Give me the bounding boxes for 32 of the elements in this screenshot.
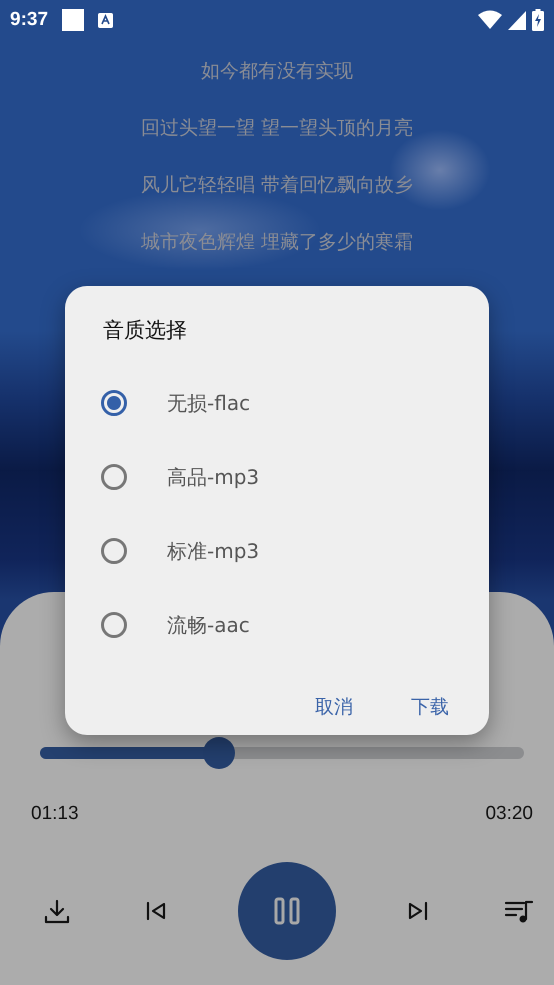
signal-icon: [508, 10, 526, 30]
option-label: 高品-mp3: [167, 464, 260, 490]
lyric-line: 城市夜色辉煌 埋藏了多少的寒霜: [140, 230, 414, 255]
total-time: 03:20: [485, 803, 533, 825]
radio-button[interactable]: [101, 612, 127, 638]
quality-option[interactable]: 标准-mp3: [101, 514, 451, 588]
playlist-music-icon: [504, 899, 534, 923]
radio-button[interactable]: [101, 390, 127, 416]
elapsed-time: 01:13: [31, 803, 79, 825]
keyboard-icon: [98, 12, 114, 28]
skip-previous-icon: [145, 901, 167, 921]
radio-button[interactable]: [101, 538, 127, 564]
battery-icon: [532, 9, 544, 31]
pause-icon: [274, 897, 300, 925]
dialog-title: 音质选择: [103, 317, 188, 344]
lyric-line: 风儿它轻轻唱 带着回忆飘向故乡: [140, 173, 414, 198]
quality-option[interactable]: 流畅-aac: [101, 588, 451, 662]
download-confirm-button[interactable]: 下载: [407, 690, 453, 724]
quality-option[interactable]: 高品-mp3: [101, 440, 451, 514]
option-label: 标准-mp3: [167, 538, 260, 564]
cancel-button[interactable]: 取消: [311, 690, 357, 724]
option-label: 流畅-aac: [167, 612, 250, 638]
notification-icon: [62, 9, 84, 31]
quality-option[interactable]: 无损-flac: [101, 366, 451, 440]
download-icon: [44, 898, 70, 924]
skip-next-icon: [407, 901, 429, 921]
radio-button[interactable]: [101, 464, 127, 490]
wifi-icon: [478, 10, 502, 30]
option-label: 无损-flac: [167, 390, 250, 416]
clock: 9:37: [10, 9, 48, 31]
lyric-line: 如今都有没有实现: [201, 59, 353, 84]
lyric-line: 回过头望一望 望一望头顶的月亮: [140, 116, 414, 141]
